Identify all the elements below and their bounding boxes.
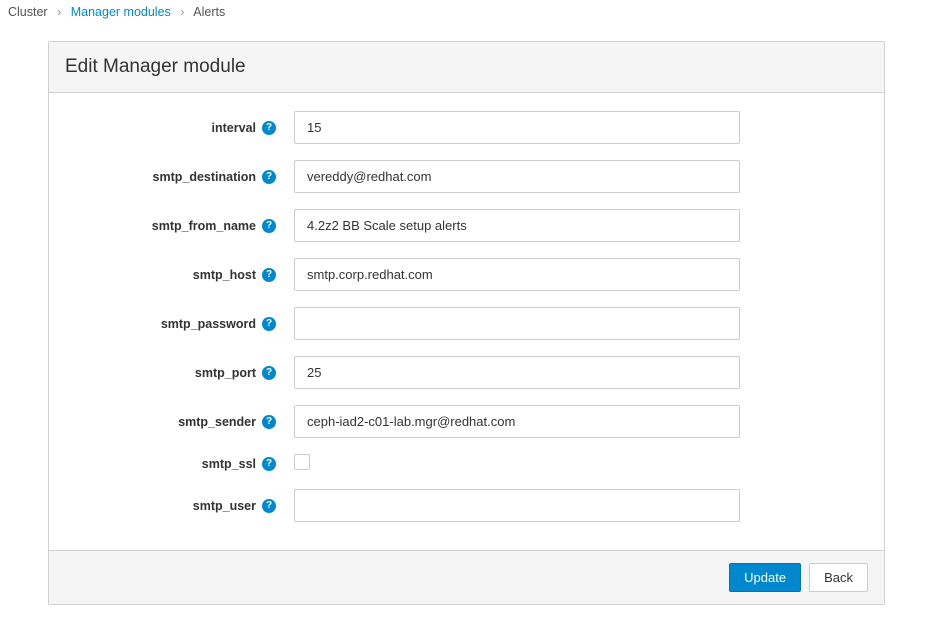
label-smtp-destination: smtp_destination (153, 170, 257, 184)
row-smtp-from-name: smtp_from_name ? (89, 209, 844, 242)
row-smtp-user: smtp_user ? (89, 489, 844, 522)
input-interval[interactable] (294, 111, 740, 144)
label-smtp-sender: smtp_sender (178, 415, 256, 429)
checkbox-smtp-ssl[interactable] (294, 454, 310, 470)
row-smtp-password: smtp_password ? (89, 307, 844, 340)
input-smtp-from-name[interactable] (294, 209, 740, 242)
help-icon[interactable]: ? (262, 499, 276, 513)
help-icon[interactable]: ? (262, 219, 276, 233)
form-body: interval ? smtp_destination ? smtp_from_… (49, 93, 884, 550)
input-smtp-host[interactable] (294, 258, 740, 291)
input-smtp-destination[interactable] (294, 160, 740, 193)
breadcrumb-cluster: Cluster (8, 5, 48, 19)
row-smtp-sender: smtp_sender ? (89, 405, 844, 438)
help-icon[interactable]: ? (262, 317, 276, 331)
label-smtp-from-name: smtp_from_name (152, 219, 256, 233)
panel-footer: Update Back (49, 550, 884, 604)
help-icon[interactable]: ? (262, 268, 276, 282)
label-interval: interval (212, 121, 256, 135)
breadcrumb-alerts: Alerts (193, 5, 225, 19)
update-button[interactable]: Update (729, 563, 801, 592)
row-smtp-ssl: smtp_ssl ? (89, 454, 844, 473)
help-icon[interactable]: ? (262, 457, 276, 471)
breadcrumb-manager-modules[interactable]: Manager modules (71, 5, 171, 19)
back-button[interactable]: Back (809, 563, 868, 592)
help-icon[interactable]: ? (262, 366, 276, 380)
input-smtp-port[interactable] (294, 356, 740, 389)
row-smtp-port: smtp_port ? (89, 356, 844, 389)
input-smtp-password[interactable] (294, 307, 740, 340)
row-smtp-host: smtp_host ? (89, 258, 844, 291)
label-smtp-password: smtp_password (161, 317, 256, 331)
label-smtp-port: smtp_port (195, 366, 256, 380)
row-smtp-destination: smtp_destination ? (89, 160, 844, 193)
chevron-right-icon: › (180, 5, 184, 19)
label-smtp-user: smtp_user (193, 499, 256, 513)
help-icon[interactable]: ? (262, 415, 276, 429)
chevron-right-icon: › (57, 5, 61, 19)
edit-module-panel: Edit Manager module interval ? smtp_dest… (48, 41, 885, 605)
label-smtp-ssl: smtp_ssl (202, 457, 256, 471)
help-icon[interactable]: ? (262, 121, 276, 135)
help-icon[interactable]: ? (262, 170, 276, 184)
input-smtp-sender[interactable] (294, 405, 740, 438)
label-smtp-host: smtp_host (193, 268, 256, 282)
breadcrumb: Cluster › Manager modules › Alerts (0, 0, 933, 31)
panel-title: Edit Manager module (49, 42, 884, 93)
input-smtp-user[interactable] (294, 489, 740, 522)
row-interval: interval ? (89, 111, 844, 144)
